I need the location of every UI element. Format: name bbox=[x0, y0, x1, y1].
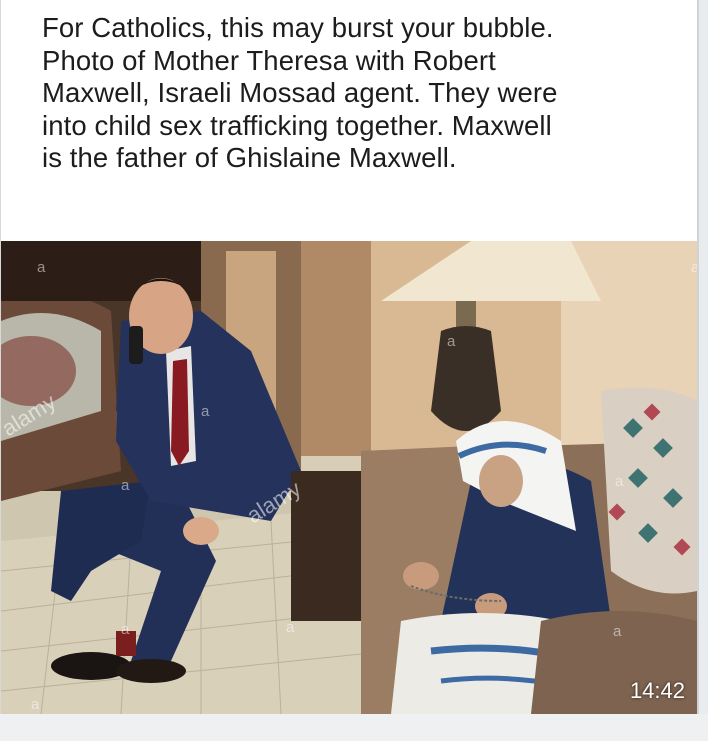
watermark-mark: a bbox=[121, 621, 130, 638]
watermark-mark: a bbox=[447, 333, 456, 350]
caption-line: is the father of Ghislaine Maxwell. bbox=[42, 142, 457, 173]
watermark-mark: a bbox=[613, 623, 622, 640]
watermark-mark: a bbox=[615, 473, 624, 490]
watermark-mark: a bbox=[37, 259, 46, 276]
post-card: For Catholics, this may burst your bubbl… bbox=[0, 0, 699, 741]
post-caption: For Catholics, this may burst your bubbl… bbox=[42, 12, 682, 175]
watermark-mark: a bbox=[286, 619, 295, 636]
caption-line: Maxwell, Israeli Mossad agent. They were bbox=[42, 77, 558, 108]
bottom-strip bbox=[0, 714, 708, 741]
photo-illustration bbox=[1, 241, 697, 714]
caption-line: For Catholics, this may burst your bubbl… bbox=[42, 12, 554, 43]
video-timestamp: 14:42 bbox=[629, 678, 685, 703]
post-photo[interactable]: alamy alamy a a a a a a a a a a 14:42 bbox=[1, 241, 697, 714]
watermark-mark: a bbox=[31, 696, 40, 713]
caption-line: Photo of Mother Theresa with Robert bbox=[42, 44, 496, 76]
watermark-mark: a bbox=[121, 477, 130, 494]
caption-line: into child sex trafficking together. Max… bbox=[42, 109, 552, 141]
watermark-mark: a bbox=[691, 259, 697, 276]
watermark-mark: a bbox=[201, 403, 210, 420]
